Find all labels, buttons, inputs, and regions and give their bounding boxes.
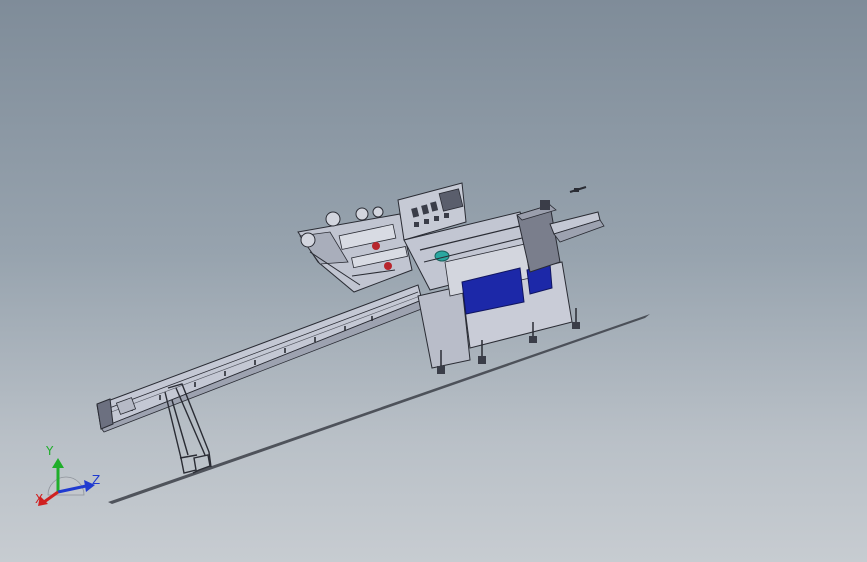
outfeed-conveyor[interactable] — [549, 211, 605, 243]
cad-viewport[interactable]: Y Z X — [0, 0, 867, 562]
film-unwind-section[interactable] — [297, 206, 413, 293]
y-axis-label: Y — [46, 444, 54, 458]
z-axis-label: Z — [92, 473, 101, 487]
floor-shadow — [108, 314, 650, 504]
machine-model[interactable] — [0, 0, 867, 562]
coordinate-triad — [38, 458, 95, 506]
x-axis-label: X — [35, 492, 44, 506]
floating-part — [569, 186, 587, 193]
